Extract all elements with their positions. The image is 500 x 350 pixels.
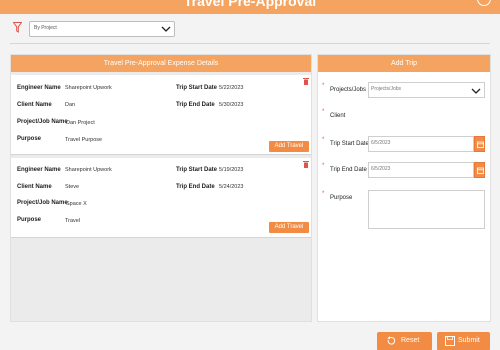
trip-end-date-input[interactable]: 6/5/2023 xyxy=(368,162,474,178)
required-mark: * xyxy=(322,109,325,115)
client-field[interactable] xyxy=(368,108,485,124)
required-mark: * xyxy=(322,137,325,143)
end-date-label: Trip End Date xyxy=(176,102,215,108)
end-date-label: Trip End Date xyxy=(176,184,215,190)
required-mark: * xyxy=(322,163,325,169)
start-date-label: Trip Start Date xyxy=(176,85,218,91)
calendar-button[interactable] xyxy=(474,136,485,152)
start-date-value: 5/22/2023 xyxy=(219,85,244,91)
expense-card: Engineer Name Sharepoint Upwork Trip Sta… xyxy=(11,75,311,155)
purpose-label: Purpose xyxy=(17,217,42,223)
trash-icon[interactable] xyxy=(303,77,309,85)
trash-icon[interactable] xyxy=(303,160,309,168)
project-value: Space X xyxy=(66,201,87,207)
chevron-down-icon xyxy=(471,88,481,94)
trip-start-date-input[interactable]: 6/5/2023 xyxy=(368,136,474,152)
filter-dropdown[interactable]: By Project xyxy=(29,21,175,37)
expense-card: Engineer Name Sharepoint Upwork Trip Sta… xyxy=(11,158,311,238)
start-date-value: 5/19/2023 xyxy=(219,167,244,173)
expense-details-panel: Travel Pre-Approval Expense Details Engi… xyxy=(10,54,312,322)
reset-label: Reset xyxy=(401,337,420,344)
calendar-icon xyxy=(477,167,484,174)
required-mark: * xyxy=(322,83,325,89)
trip-end-date-value: 6/5/2023 xyxy=(371,166,391,172)
end-date-value: 5/30/2023 xyxy=(219,102,244,108)
purpose-value: Travel xyxy=(65,218,81,224)
add-travel-button[interactable]: Add Travel xyxy=(269,141,309,152)
trip-end-label: Trip End Date xyxy=(330,167,367,173)
start-date-label: Trip Start Date xyxy=(176,167,218,173)
project-value: Dan Project xyxy=(66,120,95,126)
add-trip-panel: Add Trip * Projects/Jobs Projects/Jobs *… xyxy=(317,54,491,322)
client-value: Dan xyxy=(65,102,76,108)
submit-label: Submit xyxy=(458,337,480,344)
calendar-button[interactable] xyxy=(474,162,485,178)
purpose-value: Travel Purpose xyxy=(65,137,103,143)
header-bar: Travel Pre-Approval xyxy=(0,0,500,14)
engineer-label: Engineer Name xyxy=(17,167,61,173)
client-value: Steve xyxy=(65,184,80,190)
expense-panel-title: Travel Pre-Approval Expense Details xyxy=(11,55,311,72)
engineer-label: Engineer Name xyxy=(17,85,61,91)
add-travel-button[interactable]: Add Travel xyxy=(269,222,309,233)
calendar-icon xyxy=(477,141,484,148)
page-title: Travel Pre-Approval xyxy=(183,0,317,9)
project-label: Project/Job Name xyxy=(17,119,68,125)
filter-icon[interactable] xyxy=(13,22,22,33)
engineer-value: Sharepoint Upwork xyxy=(65,85,112,91)
purpose-textarea[interactable] xyxy=(368,190,485,229)
add-trip-title: Add Trip xyxy=(318,55,490,72)
purpose-label: Purpose xyxy=(330,195,353,201)
reset-button[interactable]: Reset xyxy=(377,332,432,350)
save-icon xyxy=(445,336,455,346)
projects-dropdown[interactable]: Projects/Jobs xyxy=(368,82,485,98)
client-label: Client Name xyxy=(17,184,52,190)
engineer-value: Sharepoint Upwork xyxy=(65,167,112,173)
projects-value: Projects/Jobs xyxy=(371,86,402,92)
project-label: Project/Job Name xyxy=(17,200,68,206)
chevron-down-icon xyxy=(161,26,171,32)
required-mark: * xyxy=(322,191,325,197)
trip-start-label: Trip Start Date xyxy=(330,141,369,147)
reset-icon xyxy=(387,336,396,345)
divider xyxy=(10,43,490,44)
client-label: Client xyxy=(330,113,346,119)
end-date-value: 5/24/2023 xyxy=(219,184,244,190)
client-label: Client Name xyxy=(17,102,52,108)
trip-start-date-value: 6/5/2023 xyxy=(371,140,391,146)
purpose-label: Purpose xyxy=(17,136,42,142)
projects-label: Projects/Jobs xyxy=(330,87,367,93)
submit-button[interactable]: Submit xyxy=(437,332,490,350)
filter-value: By Project xyxy=(34,25,57,31)
